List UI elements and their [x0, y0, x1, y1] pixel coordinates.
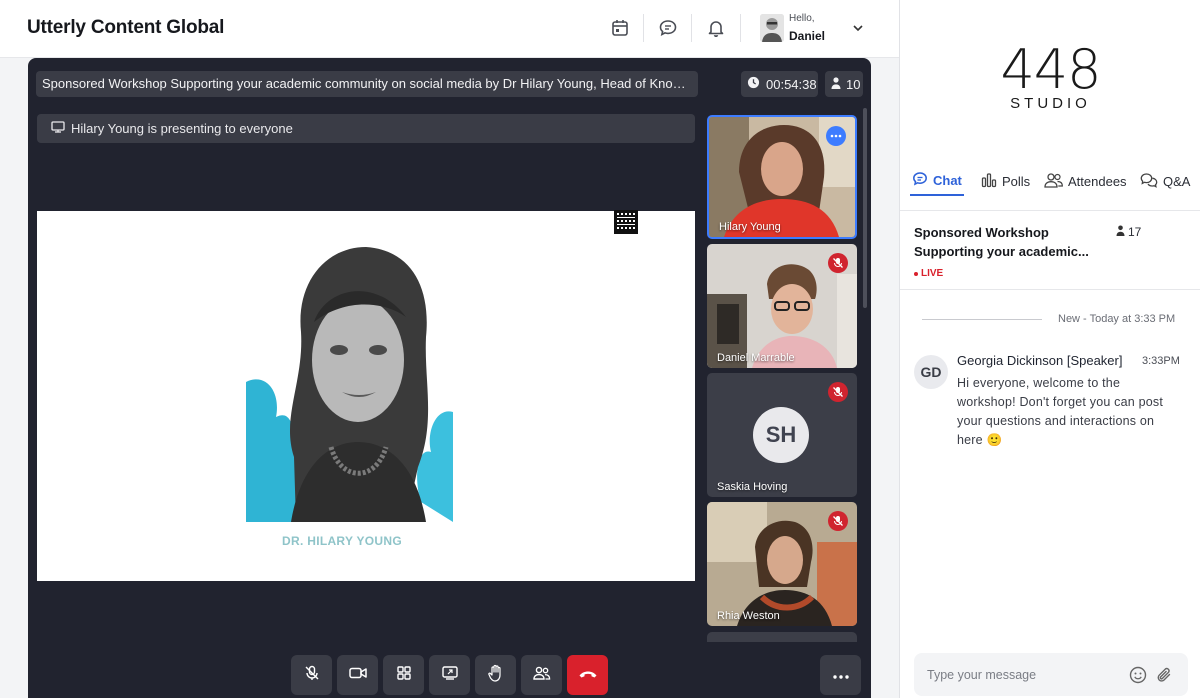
participants-button[interactable]	[521, 655, 562, 695]
message-text: Hi everyone, welcome to the workshop! Do…	[957, 376, 1164, 447]
divider	[900, 289, 1200, 290]
emoji-icon[interactable]	[1128, 665, 1148, 685]
more-options-button[interactable]	[820, 655, 861, 695]
session-timer: 00:54:38	[741, 71, 818, 97]
tab-label: Chat	[933, 172, 962, 188]
greeting-text: Hello,	[789, 13, 815, 24]
polls-icon	[981, 172, 997, 191]
chat-bubble-icon[interactable]	[656, 16, 680, 40]
presenting-banner: Hilary Young is presenting to everyone	[37, 114, 695, 143]
camera-button[interactable]	[337, 655, 378, 695]
avatar[interactable]	[760, 14, 784, 42]
participant-tile[interactable]: SH Saskia Hoving	[707, 373, 857, 497]
live-badge: LIVE	[914, 268, 943, 279]
tab-qa[interactable]: Q&A	[1140, 166, 1190, 196]
person-icon	[831, 76, 841, 92]
slide-caption: DR. HILARY YOUNG	[282, 534, 402, 548]
shared-screen: DR. HILARY YOUNG	[37, 211, 695, 581]
chat-icon	[912, 171, 928, 190]
video-stage: Sponsored Workshop Supporting your acade…	[28, 58, 871, 698]
studio-logo-number: 448	[1000, 38, 1101, 101]
raise-hand-icon	[487, 664, 504, 687]
studio-logo-text: STUDIO	[1010, 95, 1091, 112]
participant-name: Hilary Young	[719, 221, 781, 233]
bell-icon[interactable]	[704, 16, 728, 40]
mic-muted-icon	[828, 253, 848, 273]
side-panel: 448 STUDIO Chat Polls Attendees Q&A Spon…	[899, 0, 1200, 698]
message-composer	[914, 653, 1188, 696]
mic-muted-icon	[828, 511, 848, 531]
room-count-value: 17	[1128, 225, 1142, 239]
more-options-icon[interactable]	[826, 126, 846, 146]
top-header: Utterly Content Global Hello, Daniel	[0, 0, 899, 58]
layout-grid-button[interactable]	[383, 655, 424, 695]
qa-icon	[1140, 172, 1158, 191]
participant-tile[interactable]: Daniel Marrable	[707, 244, 857, 368]
message-avatar[interactable]: GD	[914, 355, 948, 389]
camera-icon	[348, 666, 367, 685]
header-divider	[643, 14, 644, 42]
participant-tile[interactable]	[707, 632, 857, 642]
tab-label: Attendees	[1068, 173, 1127, 189]
raise-hand-button[interactable]	[475, 655, 516, 695]
user-name[interactable]: Daniel	[789, 29, 825, 43]
message-author: Georgia Dickinson [Speaker]	[957, 353, 1123, 368]
grid-icon	[396, 665, 411, 685]
room-title: Sponsored Workshop Supporting your acade…	[914, 225, 1089, 259]
tab-label: Polls	[1002, 173, 1031, 189]
participant-name: Rhia Weston	[717, 610, 780, 622]
new-messages-label: New - Today at 3:33 PM	[1058, 313, 1176, 325]
end-call-button[interactable]	[567, 655, 608, 695]
presenting-text: Hilary Young is presenting to everyone	[71, 121, 293, 136]
screen-share-button[interactable]	[429, 655, 470, 695]
person-icon	[1116, 225, 1125, 239]
message-input[interactable]	[914, 653, 1119, 696]
participant-name: Saskia Hoving	[717, 481, 788, 493]
qr-code-icon	[614, 210, 638, 234]
live-dot-icon	[914, 271, 918, 276]
participant-tile[interactable]: Rhia Weston	[707, 502, 857, 626]
panel-tabs: Chat Polls Attendees Q&A	[900, 166, 1200, 196]
mic-off-icon	[304, 665, 320, 686]
attendees-icon	[1044, 172, 1063, 191]
message-time: 3:33PM	[1142, 355, 1180, 367]
paperclip-icon[interactable]	[1154, 665, 1174, 685]
end-call-icon	[578, 666, 598, 684]
screen-share-icon	[441, 665, 458, 685]
app-title: Utterly Content Global	[27, 17, 225, 38]
calendar-icon[interactable]	[608, 16, 632, 40]
presenter-portrait-image	[246, 242, 453, 522]
room-attendee-count: 17	[1116, 225, 1141, 239]
participant-name: Daniel Marrable	[717, 352, 795, 364]
mic-off-button[interactable]	[291, 655, 332, 695]
tab-attendees[interactable]: Attendees	[1044, 166, 1127, 196]
tab-polls[interactable]: Polls	[981, 166, 1030, 196]
new-messages-divider	[922, 319, 1042, 320]
participant-tile[interactable]: Hilary Young	[707, 115, 857, 239]
participant-count-value: 10	[846, 76, 861, 92]
clock-icon	[747, 76, 760, 92]
header-divider	[691, 14, 692, 42]
participants-scrollbar[interactable]	[863, 108, 867, 308]
session-title: Sponsored Workshop Supporting your acade…	[36, 71, 698, 97]
divider	[900, 210, 1200, 211]
participant-initials: SH	[753, 407, 809, 463]
tab-label: Q&A	[1163, 173, 1191, 189]
tab-chat[interactable]: Chat	[910, 166, 964, 196]
participants-icon	[532, 666, 551, 685]
live-label: LIVE	[921, 268, 944, 279]
chevron-down-icon[interactable]	[850, 20, 866, 36]
header-divider	[740, 14, 741, 42]
screen-icon	[51, 121, 65, 136]
participant-count[interactable]: 10	[825, 71, 863, 97]
mic-muted-icon	[828, 382, 848, 402]
more-icon	[832, 666, 849, 684]
timer-value: 00:54:38	[766, 76, 817, 92]
